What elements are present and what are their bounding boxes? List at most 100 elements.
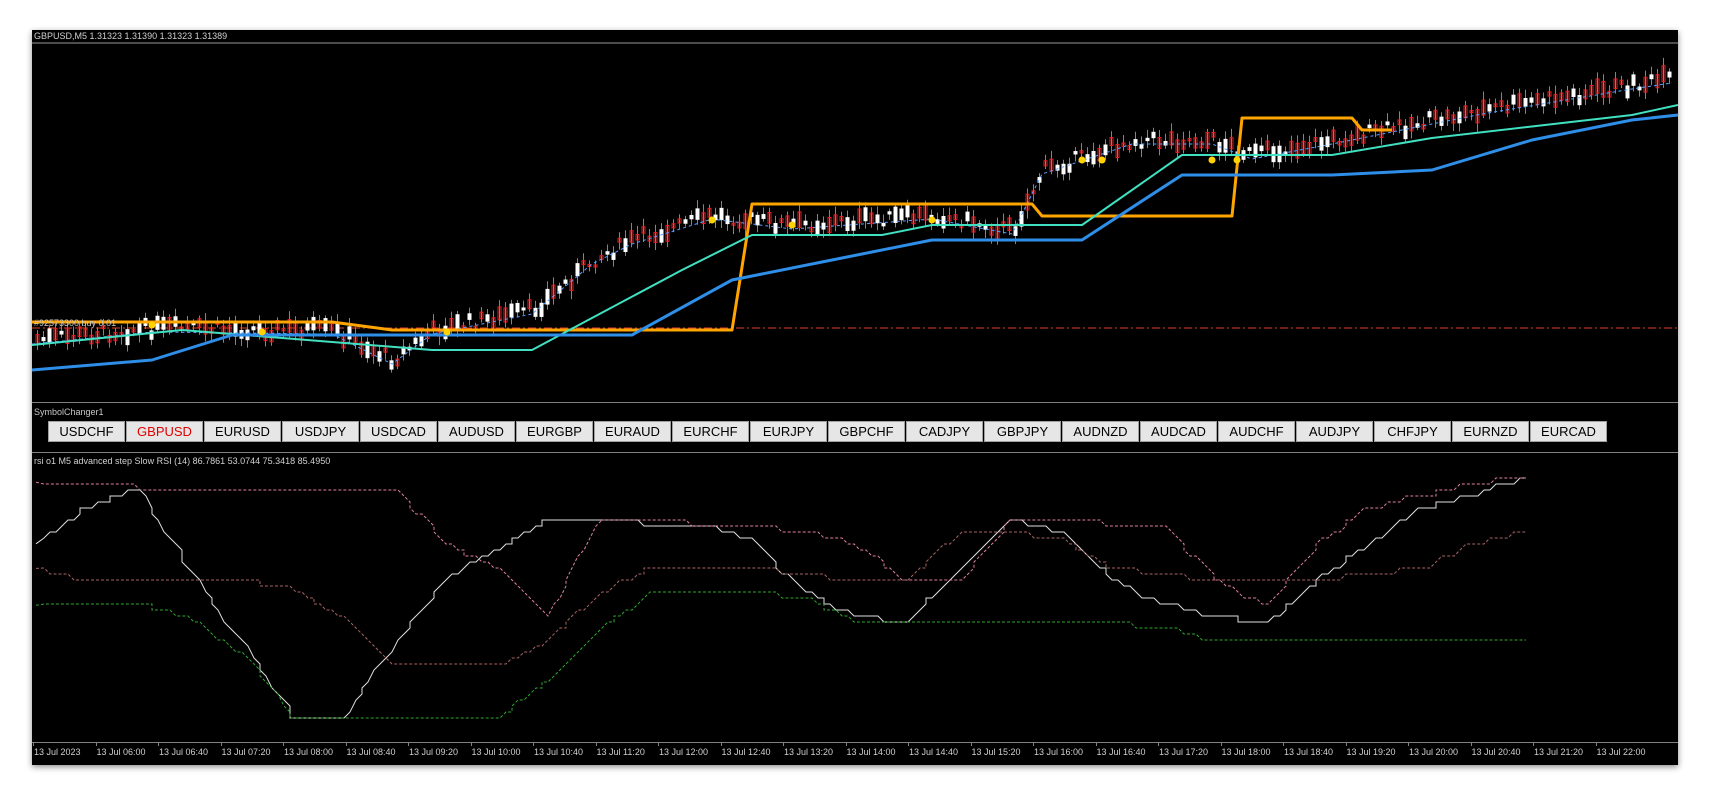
time-tick	[1220, 743, 1222, 746]
time-tick	[595, 743, 597, 746]
rsi-chart[interactable]	[32, 454, 1678, 740]
candle-body	[815, 220, 820, 235]
symbol-button-eurgbp[interactable]: EURGBP	[516, 421, 593, 442]
symbol-button-eurusd[interactable]: EURUSD	[204, 421, 281, 442]
candle-body	[1133, 139, 1138, 146]
symbol-button-eurjpy[interactable]: EURJPY	[750, 421, 827, 442]
order-label: #92573300 buy 0.01	[34, 318, 117, 328]
candle-body	[899, 208, 904, 221]
candle-body	[47, 328, 52, 343]
candle-body	[323, 318, 328, 332]
time-label: 13 Jul 11:20	[596, 747, 645, 757]
symbol-button-audusd[interactable]: AUDUSD	[438, 421, 515, 442]
candle-body	[515, 302, 520, 313]
time-label: 13 Jul 14:00	[846, 747, 896, 757]
candle-body	[125, 329, 130, 346]
time-tick	[1595, 743, 1597, 746]
symbol-changer-title: SymbolChanger1	[34, 407, 104, 417]
signal-dot	[443, 328, 451, 336]
time-tick	[533, 743, 534, 746]
symbol-button-eurcad[interactable]: EURCAD	[1530, 421, 1607, 442]
time-tick	[1470, 743, 1472, 746]
time-label: 13 Jul 12:00	[659, 747, 709, 757]
candle-body	[389, 360, 394, 370]
candle-body	[1631, 74, 1636, 86]
signal-dot	[928, 216, 936, 224]
candle-body	[251, 326, 256, 331]
time-label: 13 Jul 14:40	[909, 747, 959, 757]
time-label: 13 Jul 19:20	[1346, 747, 1396, 757]
time-tick	[1283, 743, 1284, 746]
candle-body	[845, 217, 850, 231]
candle-body	[509, 303, 514, 318]
candle-body	[377, 351, 382, 362]
symbol-changer-panel: SymbolChanger1 USDCHF GBPUSD EURUSD USDJPY U…	[32, 405, 1678, 452]
candle-body	[137, 321, 142, 335]
candle-body	[1223, 138, 1228, 153]
symbol-button-audjpy[interactable]: AUDJPY	[1296, 421, 1373, 442]
candle-body	[983, 225, 988, 230]
candle-body	[1319, 137, 1324, 151]
symbol-button-audcad[interactable]: AUDCAD	[1140, 421, 1217, 442]
symbol-button-gbpchf[interactable]: GBPCHF	[828, 421, 905, 442]
candle-body	[881, 222, 886, 227]
candle-body	[1061, 163, 1066, 175]
candle-body	[1625, 85, 1630, 99]
time-label: 13 Jul 06:40	[159, 747, 209, 757]
rsi-white-line	[35, 477, 1526, 719]
chart-header: GBPUSD,M5 1.31323 1.31390 1.31323 1.3138…	[34, 31, 228, 41]
candle-body	[1667, 71, 1672, 78]
symbol-button-chfjpy[interactable]: CHFJPY	[1374, 421, 1451, 442]
candle-body	[347, 326, 352, 340]
symbol-button-usdjpy[interactable]: USDJPY	[282, 421, 359, 442]
separator-bottom	[32, 452, 1678, 453]
candle-body	[863, 207, 868, 222]
symbol-button-gbpjpy[interactable]: GBPJPY	[984, 421, 1061, 442]
candle-body	[521, 307, 526, 311]
time-label: 13 Jul 16:00	[1034, 747, 1084, 757]
candle-body	[719, 207, 724, 221]
candle-body	[575, 263, 580, 277]
signal-dot	[258, 328, 266, 336]
candle-body	[851, 220, 856, 231]
time-tick	[1408, 743, 1409, 746]
signal-dot	[1078, 156, 1086, 164]
candle-body	[683, 219, 688, 224]
time-tick	[1033, 743, 1034, 746]
time-label: 13 Jul 17:20	[1159, 747, 1209, 757]
symbol-button-eurnzd[interactable]: EURNZD	[1452, 421, 1529, 442]
time-tick	[1095, 743, 1097, 746]
candle-body	[1457, 111, 1462, 124]
candle-body	[1487, 104, 1492, 112]
candle-body	[1427, 111, 1432, 118]
signal-dot	[1208, 156, 1216, 164]
price-chart[interactable]	[32, 30, 1678, 402]
symbol-button-cadjpy[interactable]: CADJPY	[906, 421, 983, 442]
time-tick	[158, 743, 159, 746]
symbol-button-eurchf[interactable]: EURCHF	[672, 421, 749, 442]
candle-body	[1649, 74, 1654, 80]
symbol-button-euraud[interactable]: EURAUD	[594, 421, 671, 442]
time-label: 13 Jul 16:40	[1096, 747, 1146, 757]
candle-body	[875, 214, 880, 224]
candle-body	[1139, 144, 1144, 149]
rsi-header: rsi o1 M5 advanced step Slow RSI (14) 86…	[34, 456, 331, 466]
time-label: 13 Jul 20:40	[1471, 747, 1521, 757]
candle-body	[659, 229, 664, 243]
candle-body	[1367, 124, 1372, 129]
candle-body	[965, 211, 970, 222]
time-label: 13 Jul 08:00	[284, 747, 334, 757]
symbol-button-gbpusd[interactable]: GBPUSD	[126, 421, 203, 442]
symbol-button-usdchf[interactable]: USDCHF	[48, 421, 125, 442]
symbol-button-audchf[interactable]: AUDCHF	[1218, 421, 1295, 442]
candle-body	[1085, 154, 1090, 163]
candle-body	[689, 214, 694, 220]
candle-body	[1073, 151, 1078, 155]
candle-body	[1403, 125, 1408, 140]
time-tick	[220, 743, 222, 746]
candle-body	[1325, 136, 1330, 148]
symbol-button-audnzd[interactable]: AUDNZD	[1062, 421, 1139, 442]
symbol-button-usdcad[interactable]: USDCAD	[360, 421, 437, 442]
time-tick	[845, 743, 847, 746]
candle-body	[305, 321, 310, 331]
